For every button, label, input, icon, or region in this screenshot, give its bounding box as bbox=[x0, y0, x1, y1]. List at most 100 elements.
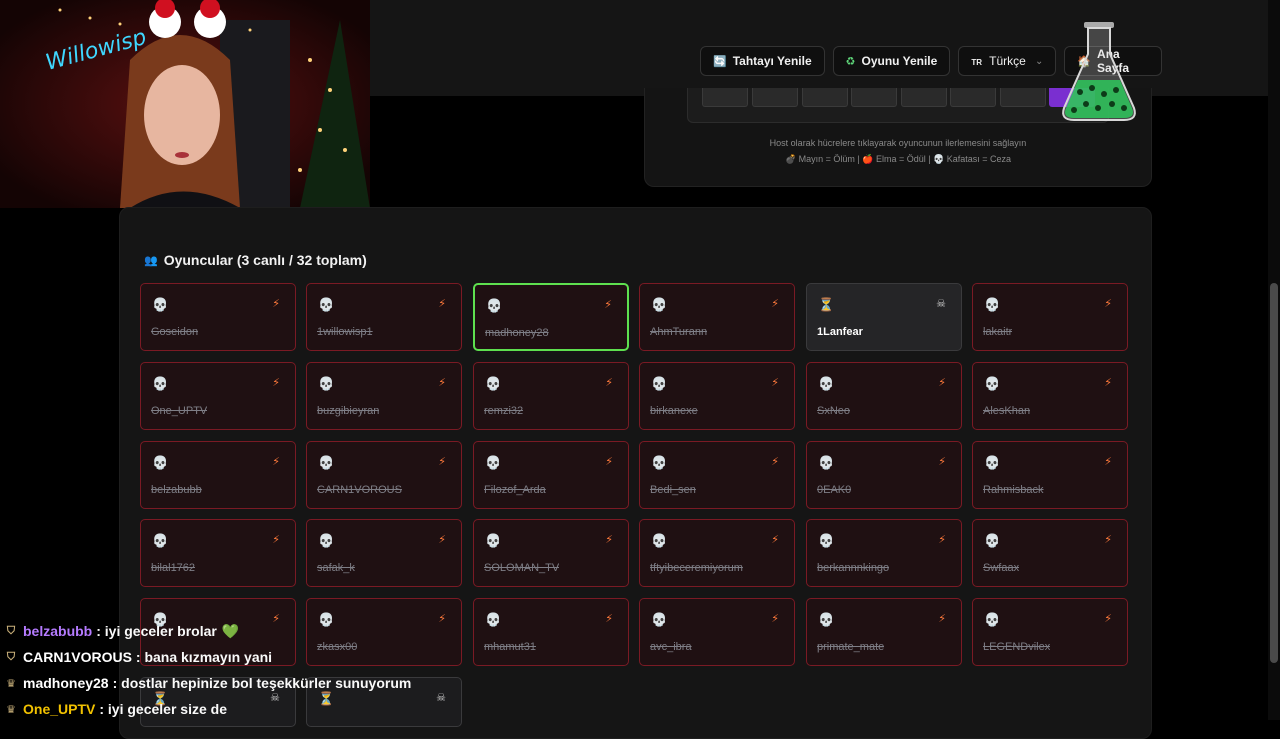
board-cell[interactable] bbox=[950, 88, 996, 107]
player-card[interactable]: 💀 ⚡ AhmTurann bbox=[639, 283, 795, 351]
scrollbar[interactable] bbox=[1268, 0, 1280, 720]
player-card[interactable]: 💀 ⚡ buzgibieyran bbox=[306, 362, 462, 430]
skull-icon: 💀 bbox=[152, 455, 169, 470]
chat-text: : iyi geceler size de bbox=[99, 701, 227, 717]
green-heart-emoji: 💚 bbox=[221, 622, 240, 639]
player-card[interactable]: 💀 ⚡ primate_mate bbox=[806, 598, 962, 666]
player-card[interactable]: 💀 ⚡ Swfaax bbox=[972, 519, 1128, 587]
chat-text: : iyi geceler brolar bbox=[96, 623, 217, 639]
player-card[interactable]: 💀 ⚡ remzi32 bbox=[473, 362, 629, 430]
board-cell[interactable] bbox=[802, 88, 848, 107]
chat-username[interactable]: madhoney28 bbox=[23, 675, 109, 691]
recycle-icon: ♻ bbox=[845, 55, 856, 68]
flask-overlay-icon bbox=[1062, 22, 1136, 121]
board-cell[interactable] bbox=[851, 88, 897, 107]
player-card[interactable]: 💀 ⚡ 1willowisp1 bbox=[306, 283, 462, 351]
chat-username[interactable]: One_UPTV bbox=[23, 701, 95, 717]
webcam-overlay: Willowisp bbox=[0, 0, 370, 208]
player-card[interactable]: 💀 ⚡ SxNeo bbox=[806, 362, 962, 430]
player-name: AhmTurann bbox=[650, 326, 708, 338]
lightning-icon[interactable]: ⚡ bbox=[1104, 533, 1112, 546]
player-name: 1Lanfear bbox=[817, 326, 863, 338]
player-card[interactable]: 💀 ⚡ bilal1762 bbox=[140, 519, 296, 587]
player-name: lakaitr bbox=[983, 326, 1013, 338]
scrollbar-thumb[interactable] bbox=[1270, 283, 1278, 663]
player-card[interactable]: 💀 ⚡ CARN1VOROUS bbox=[306, 441, 462, 509]
lightning-icon[interactable]: ⚡ bbox=[1104, 455, 1112, 468]
board-cell[interactable] bbox=[752, 88, 798, 107]
lightning-icon[interactable]: ⚡ bbox=[605, 376, 613, 389]
player-card[interactable]: 💀 ⚡ SOLOMAN_TV bbox=[473, 519, 629, 587]
lightning-icon[interactable]: ⚡ bbox=[771, 455, 779, 468]
lightning-icon[interactable]: ⚡ bbox=[605, 455, 613, 468]
lightning-icon[interactable]: ⚡ bbox=[1104, 297, 1112, 310]
player-name: primate_mate bbox=[817, 641, 885, 653]
skull-icon: 💀 bbox=[318, 533, 335, 548]
skull-icon: 💀 bbox=[984, 612, 1001, 627]
restart-game-button[interactable]: ♻ Oyunu Yenile bbox=[832, 46, 951, 76]
crossbones-icon[interactable]: ☠ bbox=[936, 297, 946, 310]
player-card[interactable]: ⏳ ☠ 1Lanfear bbox=[806, 283, 962, 351]
player-card[interactable]: 💀 ⚡ madhoney28 bbox=[473, 283, 629, 351]
skull-icon: 💀 bbox=[152, 297, 169, 312]
lightning-icon[interactable]: ⚡ bbox=[938, 533, 946, 546]
board-cell[interactable] bbox=[901, 88, 947, 107]
player-name: 0EAK0 bbox=[817, 484, 852, 496]
player-card[interactable]: 💀 ⚡ AlesKhan bbox=[972, 362, 1128, 430]
lightning-icon[interactable]: ⚡ bbox=[272, 533, 280, 546]
chat-username[interactable]: belzabubb bbox=[23, 623, 92, 639]
player-card[interactable]: 💀 ⚡ berkannnkingo bbox=[806, 519, 962, 587]
chat-message: ⛉ CARN1VOROUS: bana kızmayın yani bbox=[0, 644, 530, 670]
skull-icon: 💀 bbox=[818, 376, 835, 391]
skull-icon: 💀 bbox=[318, 376, 335, 391]
lightning-icon[interactable]: ⚡ bbox=[604, 298, 612, 311]
board-cell[interactable] bbox=[702, 88, 748, 107]
lightning-icon[interactable]: ⚡ bbox=[771, 376, 779, 389]
chat-message: ♛ madhoney28: dostlar hepinize bol teşekk… bbox=[0, 670, 530, 696]
chat-username[interactable]: CARN1VOROUS bbox=[23, 649, 132, 665]
skull-icon: 💀 bbox=[651, 297, 668, 312]
lightning-icon[interactable]: ⚡ bbox=[771, 612, 779, 625]
player-card[interactable]: 💀 ⚡ birkanexe bbox=[639, 362, 795, 430]
lightning-icon[interactable]: ⚡ bbox=[938, 612, 946, 625]
lightning-icon[interactable]: ⚡ bbox=[272, 455, 280, 468]
lightning-icon[interactable]: ⚡ bbox=[438, 376, 446, 389]
skull-icon: 💀 bbox=[651, 455, 668, 470]
lightning-icon[interactable]: ⚡ bbox=[272, 376, 280, 389]
skull-icon: 💀 bbox=[152, 376, 169, 391]
lightning-icon[interactable]: ⚡ bbox=[1104, 612, 1112, 625]
skull-icon: 💀 bbox=[651, 612, 668, 627]
player-card[interactable]: 💀 ⚡ LEGENDvilex bbox=[972, 598, 1128, 666]
lightning-icon[interactable]: ⚡ bbox=[771, 297, 779, 310]
player-card[interactable]: 💀 ⚡ avc_ibra bbox=[639, 598, 795, 666]
skull-icon: 💀 bbox=[818, 455, 835, 470]
lightning-icon[interactable]: ⚡ bbox=[938, 376, 946, 389]
player-card[interactable]: 💀 ⚡ belzabubb bbox=[140, 441, 296, 509]
player-card[interactable]: 💀 ⚡ safak_k bbox=[306, 519, 462, 587]
lightning-icon[interactable]: ⚡ bbox=[272, 297, 280, 310]
lightning-icon[interactable]: ⚡ bbox=[605, 533, 613, 546]
refresh-board-button[interactable]: 🔄 Tahtayı Yenile bbox=[700, 46, 825, 76]
player-card[interactable]: 💀 ⚡ Bedi_sen bbox=[639, 441, 795, 509]
player-card[interactable]: 💀 ⚡ One_UPTV bbox=[140, 362, 296, 430]
lightning-icon[interactable]: ⚡ bbox=[938, 455, 946, 468]
skull-icon: 💀 bbox=[318, 297, 335, 312]
player-card[interactable]: 💀 ⚡ Goseidon bbox=[140, 283, 296, 351]
skull-icon: 💀 bbox=[984, 533, 1001, 548]
lightning-icon[interactable]: ⚡ bbox=[1104, 376, 1112, 389]
player-card[interactable]: 💀 ⚡ Filozof_Arda bbox=[473, 441, 629, 509]
lightning-icon[interactable]: ⚡ bbox=[771, 533, 779, 546]
language-select[interactable]: TR Türkçe ⌄ bbox=[958, 46, 1057, 76]
board-cell[interactable] bbox=[1000, 88, 1046, 107]
player-name: madhoney28 bbox=[485, 327, 549, 339]
player-card[interactable]: 💀 ⚡ tftyibeceremiyorum bbox=[639, 519, 795, 587]
player-card[interactable]: 💀 ⚡ lakaitr bbox=[972, 283, 1128, 351]
lightning-icon[interactable]: ⚡ bbox=[438, 455, 446, 468]
skull-icon: 💀 bbox=[152, 533, 169, 548]
lightning-icon[interactable]: ⚡ bbox=[438, 297, 446, 310]
player-card[interactable]: 💀 ⚡ 0EAK0 bbox=[806, 441, 962, 509]
lightning-icon[interactable]: ⚡ bbox=[605, 612, 613, 625]
lightning-icon[interactable]: ⚡ bbox=[438, 533, 446, 546]
skull-icon: 💀 bbox=[651, 533, 668, 548]
player-card[interactable]: 💀 ⚡ Rahmisback bbox=[972, 441, 1128, 509]
